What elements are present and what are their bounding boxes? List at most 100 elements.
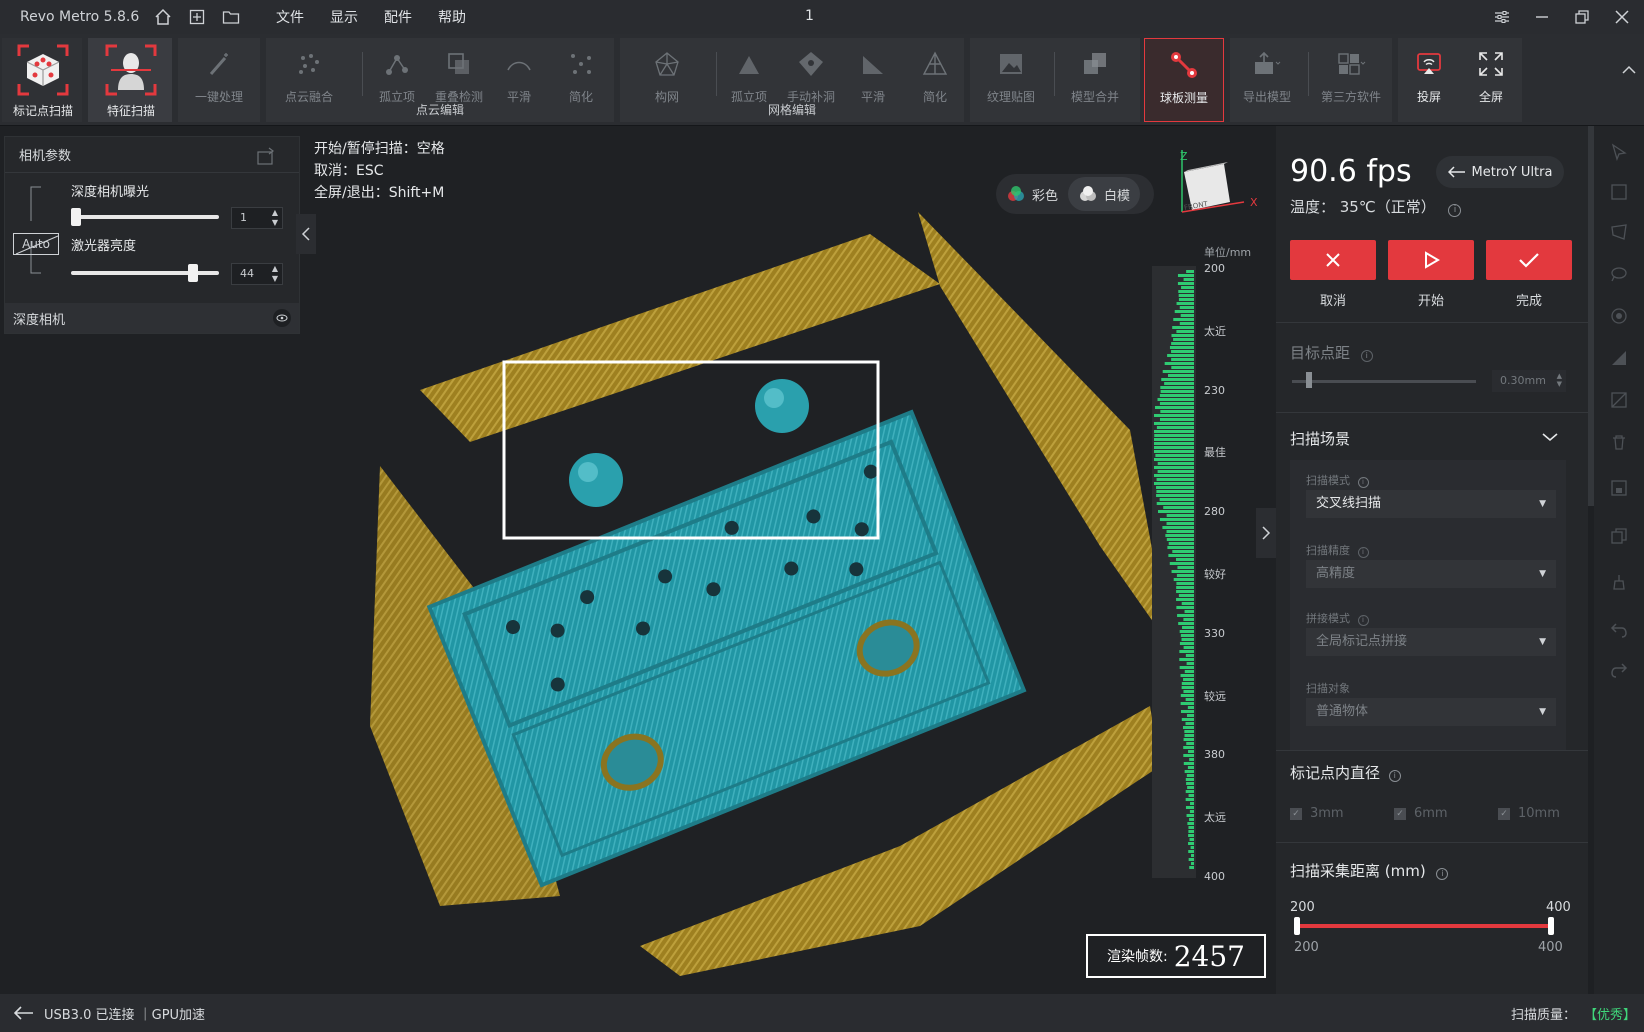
scan-mode-select[interactable]: 交叉线扫描 ▼	[1306, 490, 1556, 518]
finish-button[interactable]	[1486, 240, 1572, 280]
smooth-points-button[interactable]: 平滑	[488, 46, 550, 105]
one-click-button[interactable]: 一键处理	[188, 46, 250, 105]
info-icon[interactable]: i	[1357, 477, 1369, 488]
laser-slider-knob[interactable]	[188, 264, 199, 282]
marker-diameter-label: 标记点内直径	[1290, 764, 1381, 782]
menu-view[interactable]: 显示	[330, 7, 358, 27]
distance-range-slider[interactable]	[1296, 924, 1552, 928]
stitch-select[interactable]: 全局标记点拼接 ▼	[1306, 628, 1556, 656]
merge-model-button[interactable]: 模型合并	[1064, 46, 1126, 105]
histogram-bar	[1180, 674, 1194, 677]
third-party-button[interactable]: 第三方软件	[1316, 46, 1386, 105]
mesh-isolated-button[interactable]: 孤立项	[718, 46, 780, 105]
marker-10mm-checkbox[interactable]: ✓ 10mm	[1498, 806, 1560, 821]
reset-icon[interactable]	[257, 147, 275, 165]
sphere-measure-button[interactable]: 球板测量	[1153, 47, 1215, 106]
precision-select[interactable]: 高精度 ▼	[1306, 560, 1556, 588]
collapse-left-tab[interactable]	[296, 214, 316, 254]
open-folder-icon[interactable]	[220, 6, 242, 28]
new-project-icon[interactable]	[186, 6, 208, 28]
auto-toggle[interactable]: Auto	[13, 233, 59, 255]
overlap-detect-button[interactable]: 重叠检测	[428, 46, 490, 105]
settings-sliders-icon[interactable]	[1494, 9, 1510, 25]
invert-select-icon[interactable]	[1609, 390, 1629, 410]
sphere-measure-label: 球板测量	[1159, 91, 1208, 105]
eye-icon[interactable]	[273, 309, 291, 327]
delete-icon[interactable]	[1609, 432, 1629, 452]
redo-icon[interactable]	[1609, 660, 1629, 680]
close-icon[interactable]	[1614, 9, 1630, 25]
document-title: 1	[805, 8, 814, 24]
histogram-bar	[1177, 282, 1194, 285]
start-button[interactable]	[1388, 240, 1474, 280]
expand-right-tab[interactable]	[1256, 508, 1276, 558]
histogram-bar	[1169, 562, 1194, 565]
manual-fill-hole-button[interactable]: 手动补洞	[780, 46, 842, 105]
measure-icon[interactable]	[1609, 572, 1629, 592]
laser-spinbox[interactable]: 44 ▲ ▼	[231, 263, 283, 285]
info-icon[interactable]: i	[1448, 204, 1462, 217]
info-icon[interactable]: i	[1357, 547, 1369, 558]
cursor-icon[interactable]	[1609, 142, 1629, 162]
chevron-down-icon[interactable]	[1542, 432, 1558, 442]
camera-params-panel: 相机参数 Auto 深度相机曝光 1 ▲ ▼ 激光器亮度 44 ▲ ▼ 深度相机	[4, 136, 300, 334]
mode-color-option[interactable]: 彩色	[996, 177, 1068, 211]
texture-map-button[interactable]: 纹理贴图	[980, 46, 1042, 105]
play-icon	[1425, 251, 1440, 269]
exposure-value: 1	[240, 211, 247, 224]
plane-cut-icon[interactable]	[1609, 348, 1629, 368]
connected-select-icon[interactable]	[1609, 306, 1629, 326]
app-window: Revo Metro 5.8.6 文件 显示 配件 帮助 1 标记点扫描 特征扫…	[0, 0, 1644, 1032]
minimize-icon[interactable]	[1534, 9, 1550, 25]
quality-value: 【优秀】	[1583, 1007, 1636, 1023]
hint-start-pause: 开始/暂停扫描：空格	[314, 141, 445, 157]
laser-value: 44	[240, 267, 254, 280]
info-icon[interactable]: i	[1360, 350, 1373, 362]
target-point-slider[interactable]	[1292, 380, 1476, 383]
target-point-knob[interactable]	[1306, 372, 1312, 388]
build-mesh-button[interactable]: 构网	[636, 46, 698, 105]
chevron-up-icon[interactable]	[1622, 60, 1636, 79]
restore-icon[interactable]	[1574, 9, 1590, 25]
marker-6mm-checkbox[interactable]: ✓ 6mm	[1394, 806, 1448, 821]
distance-low-knob[interactable]	[1294, 917, 1300, 935]
distance-high-knob[interactable]	[1548, 917, 1554, 935]
exposure-spinbox[interactable]: 1 ▲ ▼	[231, 207, 283, 229]
simplify-mesh-button[interactable]: 简化	[904, 46, 966, 105]
simplify-points-button[interactable]: 简化	[550, 46, 612, 105]
histogram-bar	[1185, 778, 1194, 781]
copy-icon[interactable]	[1609, 526, 1629, 546]
menu-accessories[interactable]: 配件	[384, 7, 412, 27]
exposure-slider-knob[interactable]	[71, 208, 81, 226]
home-icon[interactable]	[152, 6, 174, 28]
exposure-slider[interactable]	[71, 215, 219, 219]
brush-icon[interactable]	[1609, 264, 1629, 284]
menu-file[interactable]: 文件	[276, 7, 304, 27]
fullscreen-button[interactable]: 全屏	[1460, 46, 1522, 105]
object-select[interactable]: 普通物体 ▼	[1306, 698, 1556, 726]
cast-screen-button[interactable]: 投屏	[1398, 46, 1460, 105]
save-selection-icon[interactable]	[1609, 478, 1629, 498]
device-selector[interactable]: MetroY Ultra	[1436, 156, 1564, 188]
point-fusion-button[interactable]: 点云融合	[278, 46, 340, 105]
rect-select-icon[interactable]	[1609, 182, 1629, 202]
cancel-button[interactable]	[1290, 240, 1376, 280]
export-model-button[interactable]: 导出模型	[1236, 46, 1298, 105]
info-icon[interactable]: i	[1436, 868, 1449, 880]
isolated-points-button[interactable]: 孤立项	[366, 46, 428, 105]
menu-help[interactable]: 帮助	[438, 7, 466, 27]
marker-3mm-checkbox[interactable]: ✓ 3mm	[1290, 806, 1344, 821]
marker-scan-button[interactable]: 标记点扫描	[8, 44, 78, 119]
histogram-bar	[1179, 306, 1194, 309]
check-icon	[1519, 253, 1539, 268]
lasso-icon[interactable]	[1609, 222, 1629, 242]
mode-white-option[interactable]: 白模	[1068, 177, 1141, 211]
info-icon[interactable]: i	[1388, 770, 1401, 782]
feature-scan-button[interactable]: 特征扫描	[96, 44, 166, 119]
target-point-spinbox[interactable]: 0.30mm ▲ ▼	[1492, 370, 1566, 392]
histogram-bar	[1180, 710, 1194, 713]
histogram-bar	[1180, 694, 1194, 697]
smooth-mesh-button[interactable]: 平滑	[842, 46, 904, 105]
undo-icon[interactable]	[1609, 620, 1629, 640]
info-icon[interactable]: i	[1357, 615, 1369, 626]
